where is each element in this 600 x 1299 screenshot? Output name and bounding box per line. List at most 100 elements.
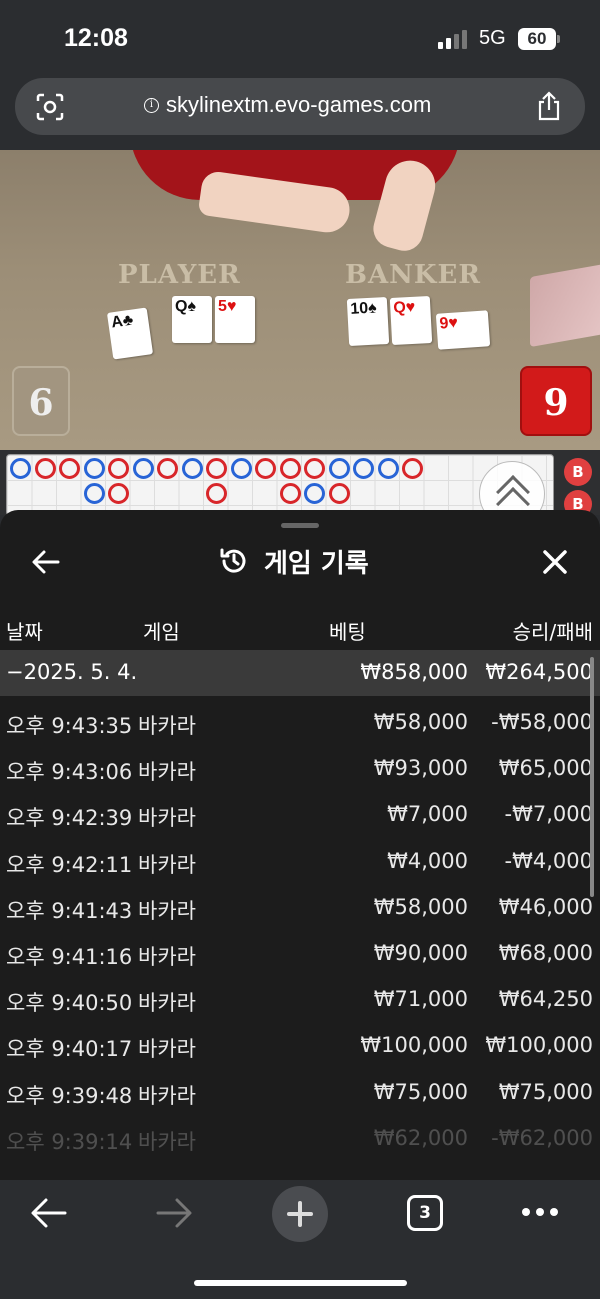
row-win-loss: ₩46,000 [498,894,593,919]
banker-badge: B [564,458,592,486]
camera-search-icon[interactable] [35,92,65,122]
road-marker [255,458,276,479]
road-marker [329,483,350,504]
column-header-date[interactable]: 날짜 [6,616,43,645]
table-header: 날짜 게임 베팅 승리/패배 [0,610,600,650]
row-bet: ₩71,000 [373,987,468,1012]
road-marker [157,458,178,479]
group-date: −2025. 5. 4. [6,660,138,684]
row-game: 바카라 [138,852,196,877]
road-marker [280,458,301,479]
battery-icon: 60 [518,28,556,50]
row-game: 바카라 [138,1083,196,1108]
row-win-loss: -₩62,000 [491,1125,593,1150]
table-row[interactable]: 오후 9:43:35 바카라 ₩58,000 -₩58,000 [0,700,600,746]
browser-toolbar: 3 [0,1180,600,1299]
more-options-icon[interactable] [520,1208,560,1218]
row-win-loss: -₩58,000 [491,710,593,734]
road-marker [353,458,374,479]
row-game: 바카라 [138,760,196,785]
game-video: PLAYER BANKER A♣ Q♠ 5♥ 10♠ Q♥ 9♥ 6 9 [0,150,600,450]
row-bet: ₩93,000 [373,756,468,781]
back-arrow-icon[interactable] [30,1196,68,1230]
close-icon[interactable] [539,546,571,578]
table-row[interactable]: 오후 9:39:14 바카라 ₩62,000 -₩62,000 [0,1116,600,1162]
forward-arrow-icon[interactable] [155,1196,193,1230]
home-indicator[interactable] [194,1280,407,1286]
table-row[interactable]: 오후 9:41:43 바카라 ₩58,000 ₩46,000 [0,885,600,931]
column-header-win-loss[interactable]: 승리/패배 [513,616,593,645]
row-bet: ₩7,000 [387,802,468,827]
row-bet: ₩58,000 [373,710,468,734]
group-win-total: ₩264,500 [485,660,593,684]
url-text[interactable]: skylinextm.evo-games.com [166,92,431,118]
road-grid [6,454,554,516]
status-bar: 12:08 5G 60 [0,0,600,78]
row-bet: ₩4,000 [387,848,468,873]
road-marker [329,458,350,479]
row-game: 바카라 [138,1037,196,1062]
road-marker [280,483,301,504]
road-marker [304,458,325,479]
row-time: 오후 9:42:39 [6,806,133,831]
cellular-signal-icon [438,30,470,49]
sheet-title-text: 게임 기록 [264,548,369,579]
row-win-loss: ₩64,250 [498,987,593,1012]
row-time: 오후 9:39:14 [6,1129,133,1154]
row-game: 바카라 [138,898,196,923]
road-marker [378,458,399,479]
info-icon[interactable]: i [144,98,159,113]
road-marker [35,458,56,479]
row-game: 바카라 [138,991,196,1016]
player-card-3: 5♥ [215,296,255,343]
player-card-2: Q♠ [172,296,212,343]
table-row[interactable]: 오후 9:41:16 바카라 ₩90,000 ₩68,000 [0,931,600,977]
table-row[interactable]: 오후 9:43:06 바카라 ₩93,000 ₩65,000 [0,746,600,792]
column-header-bet[interactable]: 베팅 [329,616,366,645]
road-marker [304,483,325,504]
card-shoe [530,262,600,348]
table-row[interactable]: 오후 9:42:11 바카라 ₩4,000 -₩4,000 [0,839,600,885]
road-marker [206,458,227,479]
address-bar[interactable]: i skylinextm.evo-games.com [15,78,585,135]
row-win-loss: -₩7,000 [504,802,593,827]
road-marker [10,458,31,479]
row-win-loss: ₩100,000 [485,1033,593,1058]
table-row[interactable]: 오후 9:42:39 바카라 ₩7,000 -₩7,000 [0,792,600,838]
banker-card-1: 10♠ [346,296,390,347]
network-type: 5G [479,27,506,49]
date-group-row[interactable]: −2025. 5. 4. ₩858,000 ₩264,500 [0,650,600,696]
table-row[interactable]: 오후 9:40:17 바카라 ₩100,000 ₩100,000 [0,1023,600,1069]
share-icon[interactable] [535,91,563,121]
row-win-loss: ₩75,000 [498,1079,593,1104]
sheet-title: 게임 기록 [218,543,369,579]
row-time: 오후 9:40:17 [6,1037,133,1062]
table-row[interactable]: 오후 9:40:50 바카라 ₩71,000 ₩64,250 [0,977,600,1023]
status-time: 12:08 [64,24,128,52]
sheet-grabber[interactable] [281,523,319,528]
battery-tip [557,35,560,43]
row-win-loss: ₩68,000 [498,940,593,965]
row-time: 오후 9:42:11 [6,852,133,877]
road-marker [108,483,129,504]
row-time: 오후 9:43:06 [6,760,133,785]
game-history-sheet: 게임 기록 날짜 게임 베팅 승리/패배 −2025. 5. 4. ₩858,0… [0,510,600,1180]
row-time: 오후 9:43:35 [6,714,133,738]
row-game: 바카라 [138,1129,196,1154]
back-arrow-icon[interactable] [30,546,62,578]
row-time: 오후 9:41:43 [6,898,133,923]
road-marker [182,458,203,479]
column-header-game[interactable]: 게임 [143,616,180,645]
road-marker [108,458,129,479]
banker-card-3: 9♥ [435,310,491,350]
banker-card-2: Q♥ [389,295,433,346]
road-marker [133,458,154,479]
scrollbar[interactable] [590,657,594,897]
tab-switcher-button[interactable]: 3 [407,1195,443,1231]
table-row[interactable]: 오후 9:39:48 바카라 ₩75,000 ₩75,000 [0,1070,600,1116]
road-marker [231,458,252,479]
new-tab-button[interactable] [272,1186,328,1242]
row-win-loss: ₩65,000 [498,756,593,781]
banker-label: BANKER [345,260,481,290]
road-marker [206,483,227,504]
